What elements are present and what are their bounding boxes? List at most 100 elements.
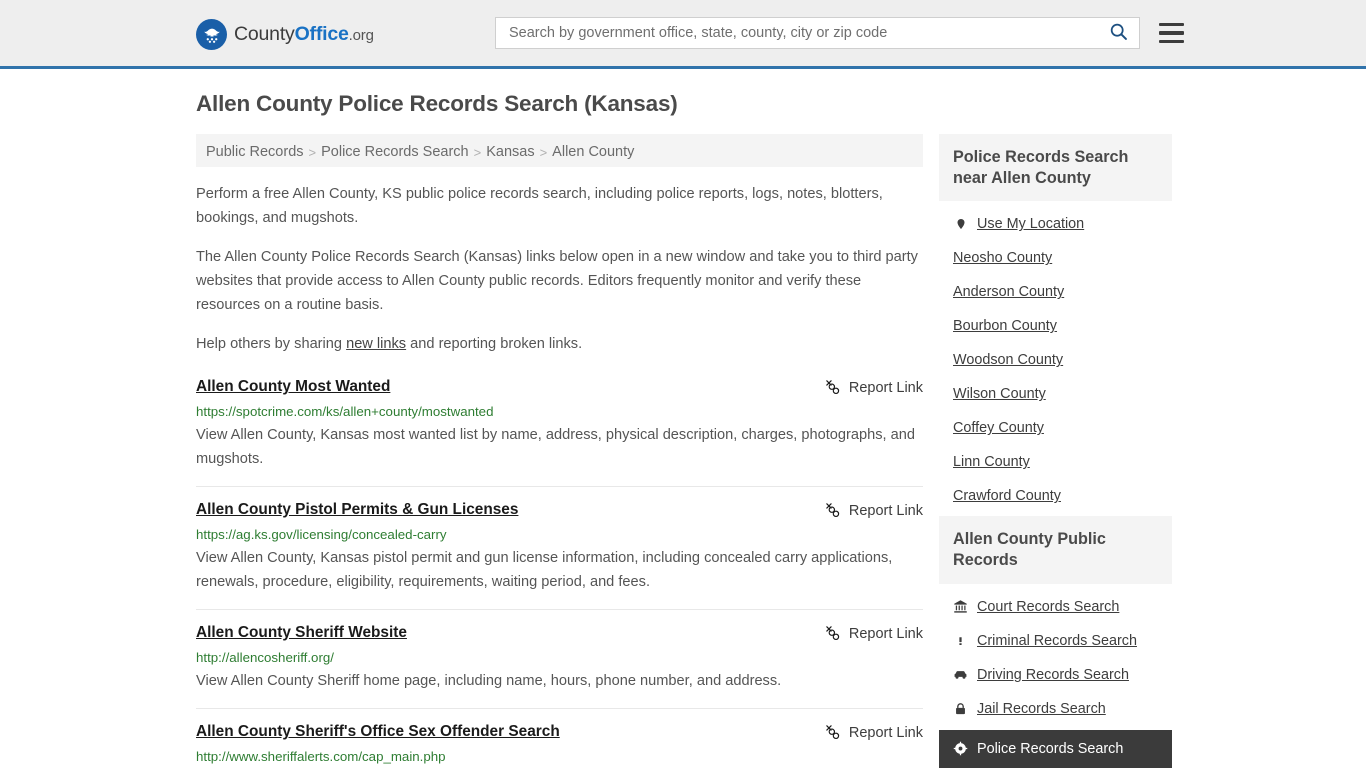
page-body: Allen County Police Records Search (Kans…	[0, 69, 1366, 768]
sidebar-link[interactable]: Anderson County	[953, 284, 1064, 300]
report-link-button[interactable]: Report Link	[824, 501, 923, 522]
hamburger-bar	[1159, 31, 1184, 35]
main-column: Public Records > Police Records Search >…	[196, 134, 923, 768]
report-link-label: Report Link	[848, 626, 923, 643]
breadcrumb-item-kansas[interactable]: Kansas	[486, 144, 534, 160]
nearby-panel-heading: Police Records Search near Allen County	[939, 134, 1172, 202]
breadcrumb-separator: >	[473, 144, 482, 160]
logo-wordmark: CountyOffice.org	[234, 23, 374, 46]
broken-link-icon	[824, 501, 841, 522]
result-item: Allen County Sheriff Website Report Link	[196, 623, 923, 709]
header-search-area	[495, 17, 1184, 49]
sidebar-item-police-records-search[interactable]: Police Records Search	[939, 729, 1172, 768]
sidebar-item-driving-records-search[interactable]: Driving Records Search	[939, 658, 1172, 692]
sidebar-item-woodson-county[interactable]: Woodson County	[939, 343, 1172, 377]
content-layout: Public Records > Police Records Search >…	[0, 134, 1366, 768]
result-description: View Allen County Sheriff home page, inc…	[196, 673, 782, 690]
share-text-suffix: and reporting broken links.	[406, 336, 583, 353]
car-icon	[953, 669, 968, 681]
sidebar-item-anderson-county[interactable]: Anderson County	[939, 275, 1172, 309]
new-links-link[interactable]: new links	[346, 336, 406, 352]
sidebar-item-linn-county[interactable]: Linn County	[939, 445, 1172, 479]
sidebar-item-wilson-county[interactable]: Wilson County	[939, 377, 1172, 411]
public-records-panel-list: Court Records Search Criminal Records Se…	[939, 584, 1172, 768]
result-url: http://www.sheriffalerts.com/cap_main.ph…	[196, 748, 446, 764]
sidebar-link[interactable]: Driving Records Search	[977, 667, 1129, 683]
intro-paragraph-1: Perform a free Allen County, KS public p…	[196, 186, 883, 226]
sidebar-link[interactable]: Use My Location	[977, 216, 1084, 232]
sidebar-link[interactable]: Wilson County	[953, 386, 1046, 402]
logo-text-county: County	[234, 23, 295, 45]
sidebar-link[interactable]: Bourbon County	[953, 318, 1057, 334]
sidebar-item-court-records-search[interactable]: Court Records Search	[939, 590, 1172, 624]
sidebar-link[interactable]: Criminal Records Search	[977, 633, 1137, 649]
result-title-link[interactable]: Allen County Pistol Permits & Gun Licens…	[196, 500, 518, 520]
breadcrumb-item-public-records[interactable]: Public Records	[206, 144, 304, 160]
result-title-link[interactable]: Allen County Sheriff's Office Sex Offend…	[196, 722, 560, 742]
result-item: Allen County Most Wanted Report Link htt…	[196, 377, 923, 487]
broken-link-icon	[824, 378, 841, 399]
share-text-prefix: Help others by sharing	[196, 336, 347, 353]
site-header: CountyOffice.org	[0, 0, 1366, 69]
result-title-link[interactable]: Allen County Most Wanted	[196, 377, 390, 397]
intro-paragraph-3: Help others by sharing new links and rep…	[196, 333, 923, 357]
sidebar-link[interactable]: Woodson County	[953, 352, 1063, 368]
sidebar-link[interactable]: Crawford County	[953, 488, 1061, 504]
result-url: https://ag.ks.gov/licensing/concealed-ca…	[196, 526, 447, 542]
sidebar-item-neosho-county[interactable]: Neosho County	[939, 241, 1172, 275]
nearby-panel: Police Records Search near Allen County …	[939, 134, 1172, 513]
logo-text-office: Office	[294, 23, 349, 45]
result-description: View Allen County, Kansas most wanted li…	[196, 427, 916, 468]
result-item: Allen County Pistol Permits & Gun Licens…	[196, 500, 923, 610]
result-header: Allen County Most Wanted Report Link	[196, 377, 923, 399]
result-header: Allen County Sheriff Website Report Link	[196, 623, 923, 645]
report-link-button[interactable]: Report Link	[824, 723, 923, 744]
results-list: Allen County Most Wanted Report Link htt…	[196, 377, 923, 768]
sidebar-item-use-my-location[interactable]: Use My Location	[939, 207, 1172, 241]
report-link-label: Report Link	[848, 725, 923, 742]
sidebar-item-crawford-county[interactable]: Crawford County	[939, 479, 1172, 513]
report-link-button[interactable]: Report Link	[824, 378, 923, 399]
result-description: View Allen County, Kansas pistol permit …	[196, 550, 893, 590]
site-logo[interactable]: CountyOffice.org	[196, 19, 374, 50]
hamburger-bar	[1159, 39, 1184, 44]
breadcrumb-item-police-records-search[interactable]: Police Records Search	[321, 144, 469, 160]
report-link-button[interactable]: Report Link	[824, 624, 923, 645]
police-badge-icon	[953, 741, 968, 756]
result-url: http://allencosheriff.org/	[196, 649, 334, 665]
breadcrumb-item-allen-county[interactable]: Allen County	[552, 144, 634, 160]
result-title-link[interactable]: Allen County Sheriff Website	[196, 623, 407, 643]
report-link-label: Report Link	[848, 380, 923, 397]
search-input[interactable]	[507, 24, 1106, 42]
sidebar-link[interactable]: Coffey County	[953, 420, 1044, 436]
exclamation-icon	[953, 633, 968, 649]
search-box[interactable]	[495, 17, 1140, 49]
sidebar-item-bourbon-county[interactable]: Bourbon County	[939, 309, 1172, 343]
hamburger-bar	[1159, 22, 1184, 27]
breadcrumb: Public Records > Police Records Search >…	[196, 134, 923, 167]
eagle-seal-icon	[196, 19, 227, 50]
sidebar-link[interactable]: Court Records Search	[977, 599, 1119, 615]
intro-paragraph-2: The Allen County Police Records Search (…	[196, 249, 918, 313]
sidebar-link[interactable]: Neosho County	[953, 250, 1052, 266]
result-url: https://spotcrime.com/ks/allen+county/mo…	[196, 403, 494, 419]
sidebar-link[interactable]: Police Records Search	[977, 741, 1123, 757]
sidebar-item-coffey-county[interactable]: Coffey County	[939, 411, 1172, 445]
breadcrumb-separator: >	[539, 144, 548, 160]
result-header: Allen County Sheriff's Office Sex Offend…	[196, 722, 923, 744]
broken-link-icon	[824, 723, 841, 744]
sidebar-item-criminal-records-search[interactable]: Criminal Records Search	[939, 624, 1172, 658]
public-records-panel: Allen County Public Records Court Record…	[939, 516, 1172, 768]
breadcrumb-separator: >	[308, 144, 317, 160]
search-button[interactable]	[1106, 21, 1131, 45]
courthouse-icon	[953, 599, 968, 614]
map-pin-icon	[953, 216, 968, 232]
sidebar-link[interactable]: Jail Records Search	[977, 701, 1106, 717]
sidebar: Police Records Search near Allen County …	[939, 134, 1172, 768]
broken-link-icon	[824, 624, 841, 645]
hamburger-menu-icon[interactable]	[1159, 22, 1184, 44]
sidebar-item-jail-records-search[interactable]: Jail Records Search	[939, 692, 1172, 726]
sidebar-link[interactable]: Linn County	[953, 454, 1030, 470]
nearby-panel-list: Use My Location Neosho County Anderson C…	[939, 201, 1172, 513]
public-records-panel-heading: Allen County Public Records	[939, 516, 1172, 584]
